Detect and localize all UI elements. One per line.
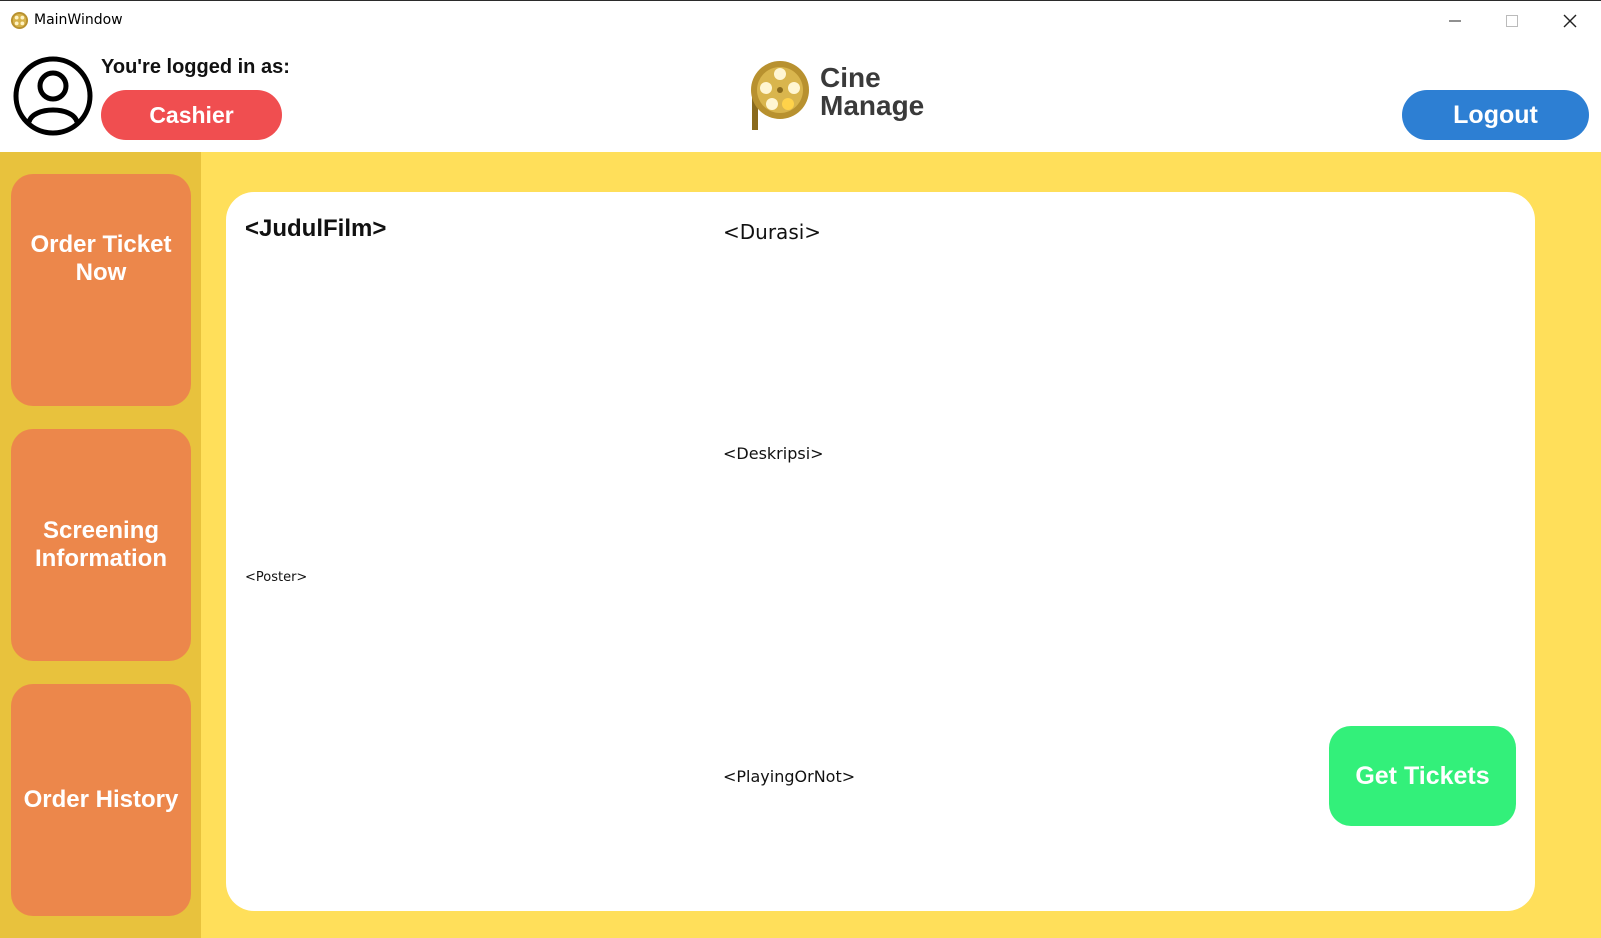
logged-in-label: You're logged in as: [101,56,290,78]
sidebar: Order Ticket Now Screening Information O… [0,152,201,938]
content-area: Order Ticket Now Screening Information O… [0,152,1601,938]
film-reel-icon [10,11,29,30]
film-detail-card: <JudulFilm> <Durasi> <Deskripsi> <Poster… [226,192,1535,911]
logout-button[interactable]: Logout [1402,90,1589,140]
brand-line-1: Cine [820,62,881,93]
close-icon [1563,14,1577,28]
brand-name: Cine Manage [820,64,924,120]
film-poster: <Poster> [245,570,308,585]
maximize-icon [1506,15,1518,27]
sidebar-item-screening-information[interactable]: Screening Information [11,429,191,661]
title-bar: MainWindow [0,0,1601,40]
film-description: <Deskripsi> [723,444,824,463]
get-tickets-button[interactable]: Get Tickets [1329,726,1516,826]
minimize-button[interactable] [1426,1,1484,41]
brand-line-2: Manage [820,90,925,121]
film-title: <JudulFilm> [245,215,387,242]
user-avatar-icon [13,56,93,136]
header: You're logged in as: Cashier Cine Manage… [0,40,1601,152]
cinemanage-logo-icon [751,61,809,130]
film-duration: <Durasi> [723,220,822,244]
minimize-icon [1449,20,1461,22]
playing-status: <PlayingOrNot> [723,767,856,786]
maximize-button[interactable] [1483,1,1541,41]
close-button[interactable] [1541,1,1599,41]
sidebar-item-order-history[interactable]: Order History [11,684,191,916]
role-badge: Cashier [101,90,282,140]
sidebar-item-order-ticket[interactable]: Order Ticket Now [11,174,191,406]
window-title: MainWindow [34,12,123,28]
